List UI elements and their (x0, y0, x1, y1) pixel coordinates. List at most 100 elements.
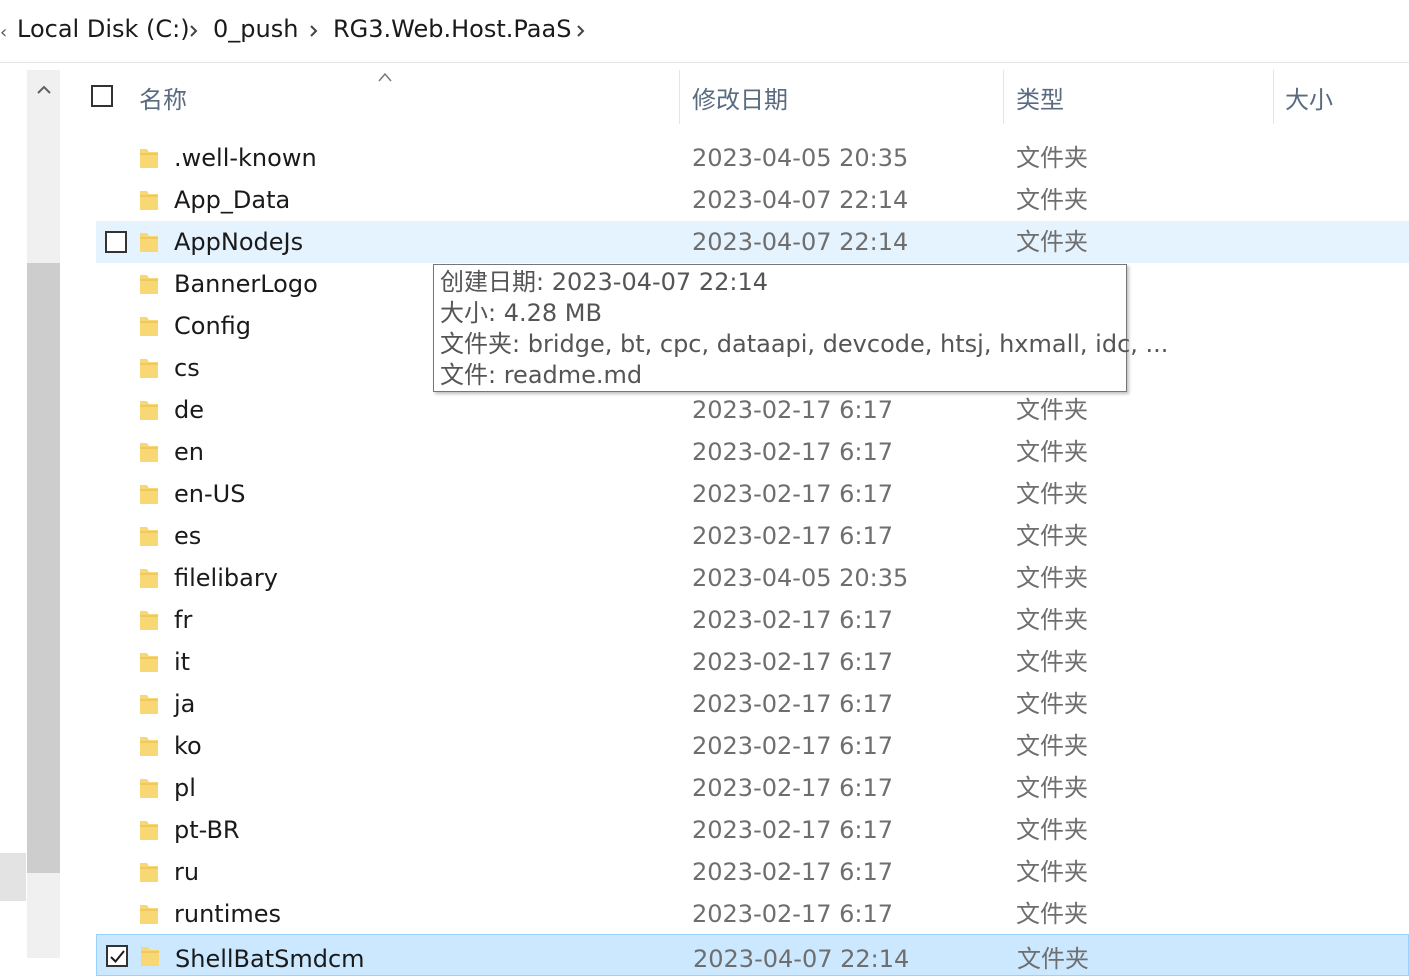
table-row[interactable]: .well-known 2023-04-05 20:35 文件夹 (96, 137, 1409, 179)
file-name[interactable]: ko (174, 725, 202, 767)
file-type: 文件夹 (1016, 816, 1088, 844)
scroll-up-arrow-icon[interactable] (27, 70, 60, 110)
table-row[interactable]: runtimes 2023-02-17 6:17 文件夹 (96, 893, 1409, 935)
column-header-name[interactable]: 名称 (139, 70, 187, 124)
file-type: 文件夹 (1016, 900, 1088, 928)
file-date: 2023-02-17 6:17 (692, 690, 893, 718)
back-chevron-icon[interactable]: ‹ (0, 22, 7, 43)
file-name[interactable]: pl (174, 767, 196, 809)
folder-icon (138, 818, 160, 842)
file-name[interactable]: fr (174, 599, 192, 641)
file-date: 2023-02-17 6:17 (692, 858, 893, 886)
sort-ascending-icon (376, 68, 394, 82)
select-all-checkbox[interactable] (91, 85, 113, 107)
file-type: 文件夹 (1016, 564, 1088, 592)
file-name[interactable]: Config (174, 305, 251, 347)
folder-icon (138, 188, 160, 212)
table-row[interactable]: fr 2023-02-17 6:17 文件夹 (96, 599, 1409, 641)
file-type: 文件夹 (1016, 438, 1088, 466)
column-divider[interactable] (1273, 70, 1274, 124)
folder-icon (138, 146, 160, 170)
table-row-selected[interactable]: ShellBatSmdcm 2023-04-07 22:14 文件夹 (96, 934, 1409, 976)
file-type: 文件夹 (1016, 774, 1088, 802)
file-date: 2023-02-17 6:17 (692, 438, 893, 466)
address-bar[interactable]: ‹ Local Disk (C:) 0_push RG3.Web.Host.Pa… (0, 0, 1409, 63)
folder-icon (138, 482, 160, 506)
file-name[interactable]: ru (174, 851, 199, 893)
chevron-right-icon[interactable] (184, 21, 204, 41)
table-row[interactable]: ko 2023-02-17 6:17 文件夹 (96, 725, 1409, 767)
folder-icon (138, 524, 160, 548)
table-row[interactable]: pl 2023-02-17 6:17 文件夹 (96, 767, 1409, 809)
file-name[interactable]: pt-BR (174, 809, 240, 851)
file-name[interactable]: App_Data (174, 179, 290, 221)
column-header-type[interactable]: 类型 (1016, 70, 1064, 124)
folder-icon (138, 356, 160, 380)
file-date: 2023-02-17 6:17 (692, 522, 893, 550)
file-name[interactable]: it (174, 641, 190, 683)
breadcrumb-0-push[interactable]: 0_push (213, 15, 298, 43)
file-name[interactable]: runtimes (174, 893, 281, 935)
file-type: 文件夹 (1016, 648, 1088, 676)
breadcrumb-rg3-web-host-paas[interactable]: RG3.Web.Host.PaaS (333, 15, 571, 43)
file-date: 2023-04-05 20:35 (692, 144, 909, 172)
table-row[interactable]: ja 2023-02-17 6:17 文件夹 (96, 683, 1409, 725)
file-type: 文件夹 (1017, 945, 1089, 973)
file-name[interactable]: en-US (174, 473, 245, 515)
file-type: 文件夹 (1016, 606, 1088, 634)
navigation-pane-selected-item[interactable] (0, 853, 26, 901)
table-row[interactable]: es 2023-02-17 6:17 文件夹 (96, 515, 1409, 557)
tooltip-folders: 文件夹: bridge, bt, cpc, dataapi, devcode, … (440, 330, 1169, 358)
folder-info-tooltip: 创建日期: 2023-04-07 22:14 大小: 4.28 MB 文件夹: … (433, 264, 1169, 392)
file-date: 2023-02-17 6:17 (692, 900, 893, 928)
tooltip-files: 文件: readme.md (440, 361, 643, 389)
table-row[interactable]: filelibary 2023-04-05 20:35 文件夹 (96, 557, 1409, 599)
breadcrumb-local-disk[interactable]: Local Disk (C:) (17, 15, 190, 43)
column-divider[interactable] (679, 70, 680, 124)
file-name[interactable]: AppNodeJs (174, 221, 303, 263)
folder-icon (138, 692, 160, 716)
table-row[interactable]: it 2023-02-17 6:17 文件夹 (96, 641, 1409, 683)
file-type: 文件夹 (1016, 144, 1088, 172)
file-name[interactable]: de (174, 389, 204, 431)
chevron-right-icon[interactable] (304, 21, 324, 41)
row-checkbox[interactable] (105, 231, 127, 253)
table-row[interactable]: de 2023-02-17 6:17 文件夹 (96, 389, 1409, 431)
column-divider[interactable] (1003, 70, 1004, 124)
file-name[interactable]: ShellBatSmdcm (175, 938, 365, 980)
file-name[interactable]: BannerLogo (174, 263, 318, 305)
column-header-size[interactable]: 大小 (1285, 70, 1333, 124)
file-type: 文件夹 (1016, 732, 1088, 760)
file-name[interactable]: ja (174, 683, 195, 725)
file-date: 2023-02-17 6:17 (692, 774, 893, 802)
file-type: 文件夹 (1016, 228, 1088, 256)
navigation-scrollbar[interactable] (27, 70, 60, 958)
folder-icon (138, 734, 160, 758)
navigation-pane[interactable] (0, 63, 26, 958)
file-name[interactable]: es (174, 515, 201, 557)
folder-icon (139, 944, 161, 968)
file-date: 2023-04-07 22:14 (692, 228, 909, 256)
file-name[interactable]: en (174, 431, 204, 473)
file-type: 文件夹 (1016, 396, 1088, 424)
folder-icon (138, 398, 160, 422)
table-row[interactable]: en-US 2023-02-17 6:17 文件夹 (96, 473, 1409, 515)
table-row[interactable]: en 2023-02-17 6:17 文件夹 (96, 431, 1409, 473)
file-name[interactable]: filelibary (174, 557, 278, 599)
table-row[interactable]: App_Data 2023-04-07 22:14 文件夹 (96, 179, 1409, 221)
tooltip-size: 大小: 4.28 MB (440, 299, 602, 327)
column-header-modified[interactable]: 修改日期 (692, 70, 788, 124)
file-name[interactable]: cs (174, 347, 200, 389)
folder-icon (138, 608, 160, 632)
chevron-right-icon[interactable] (571, 21, 591, 41)
table-row-hovered[interactable]: AppNodeJs 2023-04-07 22:14 文件夹 (96, 221, 1409, 263)
scrollbar-thumb[interactable] (27, 263, 60, 873)
file-name[interactable]: .well-known (174, 137, 317, 179)
folder-icon (138, 230, 160, 254)
folder-icon (138, 440, 160, 464)
folder-icon (138, 650, 160, 674)
folder-icon (138, 314, 160, 338)
table-row[interactable]: pt-BR 2023-02-17 6:17 文件夹 (96, 809, 1409, 851)
table-row[interactable]: ru 2023-02-17 6:17 文件夹 (96, 851, 1409, 893)
row-checkbox-checked[interactable] (106, 945, 128, 967)
